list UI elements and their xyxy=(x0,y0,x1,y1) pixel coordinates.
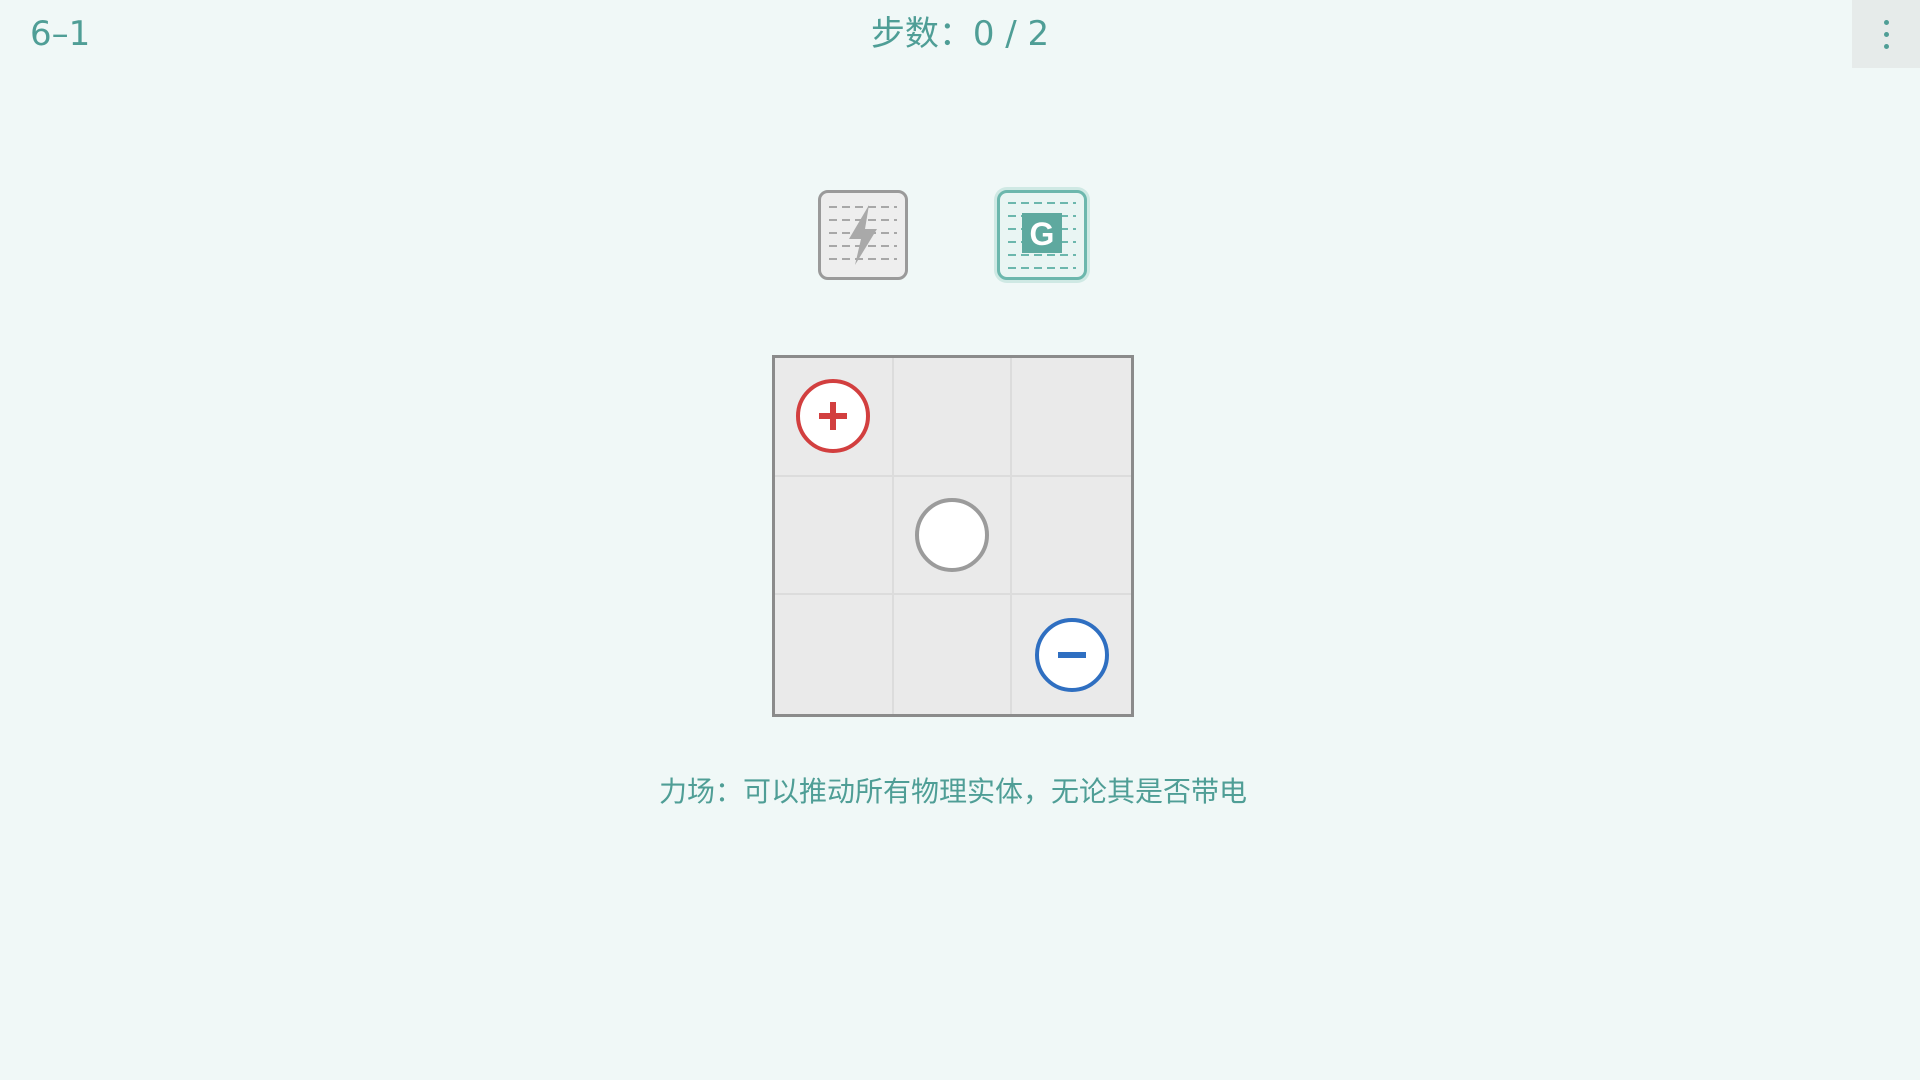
positive-charge-piece[interactable] xyxy=(796,379,871,454)
force-field-letter: G xyxy=(1030,216,1055,252)
board-cell-0-2[interactable] xyxy=(1012,358,1131,477)
game-board xyxy=(772,355,1134,717)
board-cell-0-0[interactable] xyxy=(775,358,894,477)
negative-charge-piece[interactable] xyxy=(1034,617,1109,692)
force-field-icon: G xyxy=(1008,202,1076,269)
neutral-piece[interactable] xyxy=(914,497,989,572)
board-cell-0-1[interactable] xyxy=(893,358,1013,477)
lightning-icon xyxy=(829,205,897,265)
board-cell-2-2[interactable] xyxy=(1012,595,1131,714)
board-cell-1-0[interactable] xyxy=(775,476,894,596)
board-cell-1-2[interactable] xyxy=(1012,477,1131,596)
board-cell-2-1[interactable] xyxy=(894,595,1013,714)
tool-force-field-button[interactable]: G xyxy=(997,190,1087,280)
plus-icon xyxy=(819,402,848,431)
step-counter: 步数：0 / 2 xyxy=(870,14,1050,54)
tool-lightning-button[interactable] xyxy=(818,190,908,280)
board-cell-2-0[interactable] xyxy=(775,595,894,714)
minus-icon xyxy=(1057,651,1086,658)
more-vertical-icon[interactable] xyxy=(1852,0,1920,68)
tool-description: 力场：可以推动所有物理实体，无论其是否带电 xyxy=(658,775,1247,808)
game-screen: 6–1 步数：0 / 2 G 力场：可以推动所有物理实体，无论其是否带电 xyxy=(0,0,1920,1080)
board-cell-1-1[interactable] xyxy=(893,476,1013,596)
